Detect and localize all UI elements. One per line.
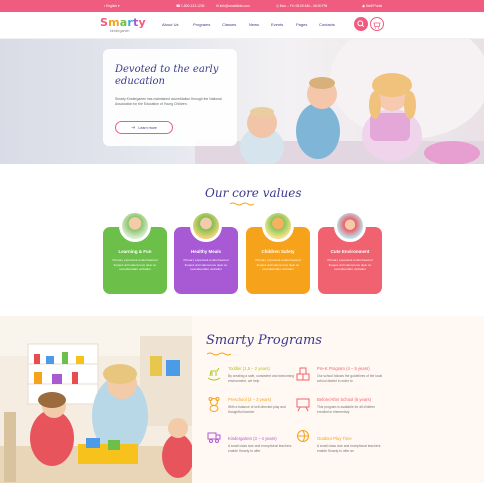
- abc-blocks-icon: [296, 367, 310, 381]
- cart-icon: [373, 22, 381, 29]
- nav-contacts[interactable]: Contacts: [319, 22, 335, 27]
- value-photo-environment: [334, 210, 366, 242]
- learn-more-label: Learn more: [138, 125, 157, 130]
- value-card-text: Primary expectant tenderhearted limped u…: [112, 258, 158, 272]
- email[interactable]: ✉ info@smartkids.com: [216, 4, 250, 8]
- core-values-title: Our core values: [205, 186, 302, 200]
- phone[interactable]: ☎ 1-800-123-1234: [176, 4, 205, 8]
- hero-text: Smarty Kindergarten has maintained accre…: [115, 97, 222, 106]
- arrow-icon: ➜: [131, 124, 136, 131]
- cart-button[interactable]: [370, 17, 384, 31]
- nav-classes[interactable]: Classes: [222, 22, 236, 27]
- toy-train-icon: [207, 432, 221, 443]
- nav-news[interactable]: News: [249, 22, 259, 27]
- search-button[interactable]: [354, 17, 368, 31]
- value-card-title: Healthy Meals: [190, 249, 221, 254]
- nav-events[interactable]: Events: [271, 22, 283, 27]
- hours: ◷ Mon – Fri: 08:00 AM – 06:00 PM: [276, 4, 328, 8]
- wavy-divider-icon: [230, 202, 254, 206]
- value-card-text: Primary expectant tenderhearted limped u…: [327, 258, 373, 272]
- programs-title: Smarty Programs: [206, 333, 322, 348]
- learn-more-button[interactable]: ➜ Learn more: [115, 121, 173, 134]
- value-card-text: Primary expectant tenderhearted limped u…: [255, 258, 301, 272]
- chalkboard-icon: [296, 398, 310, 412]
- logo-subtitle: kindergarten: [110, 29, 130, 33]
- value-photo-meals: [190, 210, 222, 242]
- logo[interactable]: Smarty kindergarten: [100, 17, 146, 33]
- header: Smarty kindergarten About Us Programs Cl…: [0, 12, 484, 39]
- top-bar: ▪ English ▾ ☎ 1-800-123-1234 ✉ info@smar…: [0, 0, 484, 12]
- value-card-title: Children Safety: [261, 249, 295, 254]
- search-icon: [357, 20, 365, 28]
- ball-icon: [297, 430, 309, 442]
- logo-text: Smarty: [100, 16, 146, 29]
- hero-title: Devoted to the early education: [115, 64, 219, 87]
- value-photo-safety: [262, 210, 294, 242]
- value-photo-learning: [119, 210, 151, 242]
- wavy-divider-icon: [207, 352, 231, 356]
- nav-programs[interactable]: Programs: [193, 22, 210, 27]
- teddy-bear-icon: [208, 397, 220, 412]
- login-link[interactable]: ◉ Staff Portal: [362, 4, 382, 8]
- classroom-photo: [0, 316, 192, 483]
- language-selector[interactable]: ▪ English ▾: [104, 4, 120, 8]
- nav-about-us[interactable]: About Us: [162, 22, 178, 27]
- value-card-title: Cute Environment: [330, 249, 370, 254]
- value-card-text: Primary expectant tenderhearted limped u…: [183, 258, 229, 272]
- nav-pages[interactable]: Pages: [296, 22, 307, 27]
- rocking-horse-icon: [207, 367, 221, 381]
- hero-children-photo: [195, 39, 484, 164]
- value-card-title: Learning & Fun: [118, 249, 152, 254]
- hero-section: [0, 39, 484, 164]
